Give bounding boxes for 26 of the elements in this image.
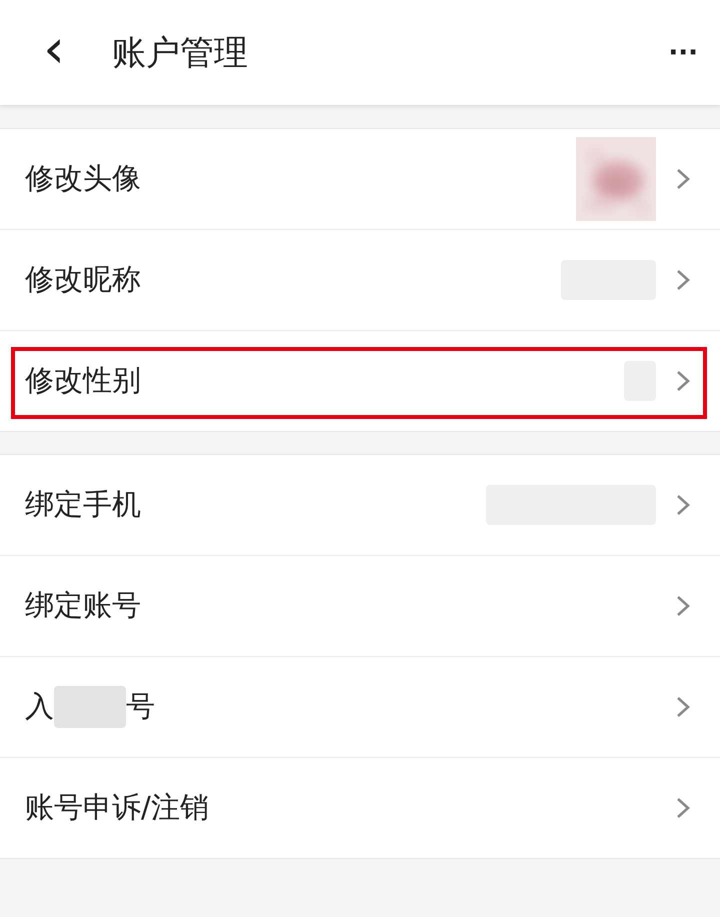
row-label: 绑定手机 <box>25 486 141 523</box>
chevron-right-icon <box>676 370 690 392</box>
chevron-right-icon <box>676 797 690 819</box>
chevron-right-icon <box>676 696 690 718</box>
row-label: 号 <box>126 688 155 725</box>
chevron-right-icon <box>676 168 690 190</box>
back-button[interactable]: ‹ <box>24 22 84 84</box>
page-title: 账户管理 <box>112 32 249 74</box>
redacted-block <box>54 686 126 728</box>
settings-row[interactable]: 账号申诉/注销 <box>0 758 720 858</box>
chevron-right-icon <box>676 269 690 291</box>
chevron-right-icon <box>676 494 690 516</box>
settings-row[interactable]: 修改头像 <box>0 129 720 230</box>
settings-row[interactable]: 修改昵称 <box>0 230 720 331</box>
settings-row[interactable]: 绑定账号 <box>0 556 720 657</box>
chevron-right-icon <box>676 595 690 617</box>
row-label: 修改性别 <box>25 362 141 399</box>
more-button[interactable]: ··· <box>668 38 698 68</box>
row-label: 账号申诉/注销 <box>25 789 209 826</box>
settings-row[interactable]: 入 号 <box>0 657 720 758</box>
row-label: 入 <box>25 688 54 725</box>
settings-row[interactable]: 修改性别 <box>0 331 720 431</box>
row-label: 修改昵称 <box>25 261 141 298</box>
row-label: 修改头像 <box>25 160 141 197</box>
settings-row[interactable]: 绑定手机 <box>0 455 720 556</box>
row-label: 绑定账号 <box>25 587 141 624</box>
